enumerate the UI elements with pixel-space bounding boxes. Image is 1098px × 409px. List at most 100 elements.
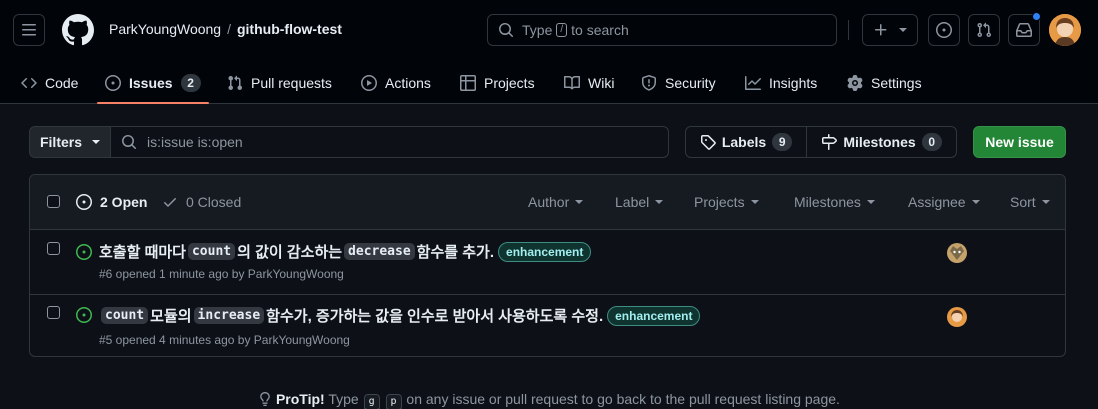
labels-label: Labels	[721, 134, 767, 150]
issue-search-input[interactable]: is:issue is:open	[110, 126, 669, 158]
issue-row: 호출할 때마다 count 의 값이 감소하는 decrease 함수를 추가. …	[30, 230, 1065, 294]
author-filter[interactable]: Author	[528, 194, 584, 210]
git-pull-request-icon	[228, 75, 243, 90]
open-issues-label: 2 Open	[100, 194, 148, 210]
plus-icon	[875, 24, 887, 36]
tab-projects-label: Projects	[484, 74, 535, 91]
milestones-button[interactable]: Milestones 0	[806, 126, 957, 158]
tab-insights[interactable]: Insights	[745, 62, 817, 103]
filters-button[interactable]: Filters	[29, 126, 111, 158]
tab-security[interactable]: Security	[641, 62, 716, 103]
tab-code[interactable]: Code	[21, 62, 78, 103]
issue-opened-icon	[105, 74, 121, 91]
repo-name-link[interactable]: github-flow-test	[237, 21, 342, 37]
repo-owner-link[interactable]: ParkYoungWoong	[109, 21, 221, 37]
projects-filter[interactable]: Projects	[694, 194, 759, 210]
light-bulb-icon	[260, 392, 270, 406]
tab-pull-requests[interactable]: Pull requests	[227, 62, 332, 103]
milestones-filter[interactable]: Milestones	[794, 194, 875, 210]
closed-issues-filter[interactable]: 0 Closed	[162, 194, 241, 210]
check-icon	[164, 198, 176, 207]
search-icon	[499, 23, 514, 38]
issue-meta: #5 opened 4 minutes ago by ParkYoungWoon…	[99, 333, 350, 347]
repo-breadcrumb: ParkYoungWoong / github-flow-test	[109, 21, 342, 37]
assignee-avatar[interactable]	[947, 243, 967, 263]
search-placeholder-suffix: to search	[571, 22, 629, 38]
chevron-down-icon	[971, 200, 980, 204]
user-avatar[interactable]	[1049, 14, 1081, 46]
labels-button[interactable]: Labels 9	[685, 126, 807, 158]
search-icon	[122, 135, 137, 150]
milestones-count-badge: 0	[921, 133, 942, 151]
global-search-input[interactable]: Type / to search	[487, 14, 837, 46]
issue-label-badge[interactable]: enhancement	[607, 305, 701, 326]
issue-title-text: 의 값이 감소하는	[237, 244, 343, 261]
label-filter[interactable]: Label	[615, 194, 664, 210]
issue-opened-icon	[76, 194, 92, 210]
author-filter-label: Author	[528, 194, 570, 210]
issue-label-badge[interactable]: enhancement	[498, 241, 592, 262]
chevron-down-icon	[866, 200, 875, 204]
tab-pull-requests-label: Pull requests	[251, 74, 332, 91]
issue-opened-icon	[936, 22, 952, 38]
chevron-down-icon	[92, 140, 100, 144]
pull-requests-button[interactable]	[968, 14, 1000, 46]
chevron-down-icon	[575, 200, 584, 204]
tab-projects[interactable]: Projects	[460, 62, 535, 103]
hamburger-icon	[22, 24, 36, 36]
chevron-down-icon	[750, 200, 759, 204]
new-issue-button[interactable]: New issue	[973, 126, 1066, 158]
play-icon	[361, 74, 377, 91]
tab-settings[interactable]: Settings	[847, 62, 922, 103]
inbox-icon	[1016, 23, 1032, 37]
tab-wiki[interactable]: Wiki	[564, 62, 614, 103]
label-filter-label: Label	[615, 194, 650, 210]
labels-count-badge: 9	[772, 133, 793, 151]
code-icon	[21, 77, 37, 88]
issue-title-text: 모듈의	[150, 308, 192, 325]
issue-title-code: decrease	[344, 243, 415, 260]
book-icon	[564, 75, 580, 89]
sort-filter[interactable]: Sort	[1010, 194, 1050, 210]
issue-title-code: count	[187, 243, 236, 260]
git-pull-request-icon	[977, 22, 992, 38]
issues-list: 2 Open 0 Closed Author Label Projects Mi…	[29, 174, 1066, 357]
avatar-image-icon	[947, 243, 967, 263]
graph-icon	[745, 75, 761, 90]
issues-button[interactable]	[928, 14, 960, 46]
issue-title-text: 함수를 추가.	[416, 244, 495, 261]
protip-text: on any issue or pull request to go back …	[402, 391, 840, 407]
select-all-checkbox[interactable]	[47, 195, 60, 208]
issue-title-link[interactable]: 호출할 때마다 count 의 값이 감소하는 decrease 함수를 추가. …	[99, 241, 592, 262]
assignee-filter[interactable]: Assignee	[908, 194, 980, 210]
protip: ProTip! Type g p on any issue or pull re…	[0, 391, 1098, 409]
issue-checkbox[interactable]	[47, 306, 60, 319]
milestone-icon	[822, 134, 838, 150]
open-issues-filter[interactable]: 2 Open	[76, 194, 147, 210]
create-new-button[interactable]	[862, 14, 918, 46]
table-icon	[460, 74, 476, 91]
search-shortcut-key: /	[556, 23, 568, 37]
tab-insights-label: Insights	[769, 74, 818, 91]
projects-filter-label: Projects	[694, 194, 745, 210]
shortcut-key-p: p	[385, 394, 402, 409]
assignee-avatar[interactable]	[947, 307, 967, 327]
milestones-filter-label: Milestones	[794, 194, 861, 210]
tab-issues[interactable]: Issues 2	[97, 62, 209, 104]
github-logo-icon[interactable]	[62, 14, 94, 46]
assignee-filter-label: Assignee	[908, 194, 966, 210]
protip-text: Type	[324, 391, 363, 407]
tab-security-label: Security	[665, 74, 716, 91]
issue-meta: #6 opened 1 minute ago by ParkYoungWoong	[99, 267, 344, 281]
protip-lead: ProTip!	[275, 391, 325, 407]
issue-opened-icon	[76, 244, 92, 260]
shield-icon	[642, 74, 656, 91]
issue-checkbox[interactable]	[47, 242, 60, 255]
issue-title-link[interactable]: count 모듈의 increase 함수가, 증가하는 값을 인수로 받아서 …	[99, 305, 701, 326]
issues-list-header: 2 Open 0 Closed Author Label Projects Mi…	[30, 175, 1065, 230]
issue-title-code: increase	[193, 307, 265, 324]
tab-actions[interactable]: Actions	[361, 62, 431, 103]
menu-button[interactable]	[13, 14, 45, 46]
sort-filter-label: Sort	[1010, 194, 1036, 210]
issue-title-text: 함수가, 증가하는 값을 인수로 받아서 사용하도록 수정.	[266, 308, 604, 325]
